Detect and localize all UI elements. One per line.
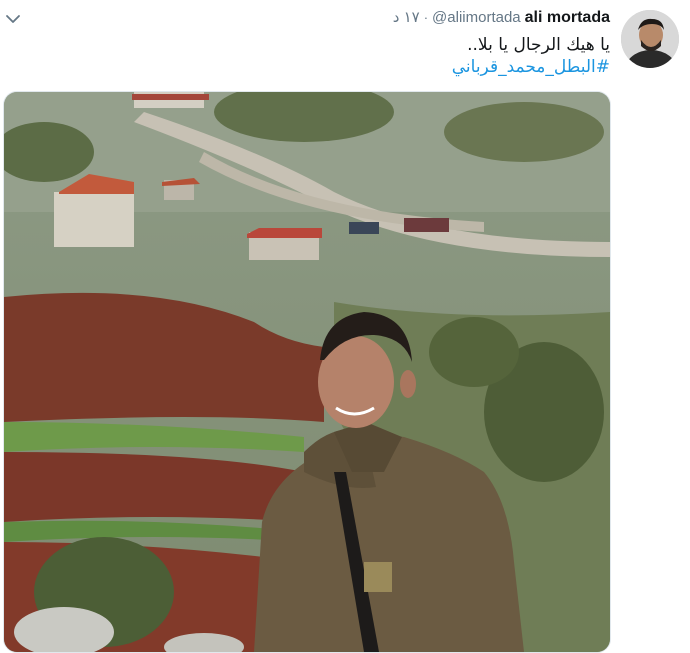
separator-dot: · [423,10,429,25]
author-handle[interactable]: @aliimortada [432,9,521,26]
tweet-photo[interactable] [3,91,611,653]
chevron-down-icon[interactable] [4,10,22,28]
tweet-text: يا هيك الرجال يا بلا.. #البطل_محمد_قربان… [452,34,610,78]
avatar[interactable] [621,10,679,68]
tweet: ١٧ د · @aliimortada ali mortada يا هيك ا… [0,0,690,653]
tweet-timestamp[interactable]: ١٧ د [393,8,420,26]
tweet-header: ١٧ د · @aliimortada ali mortada [393,8,610,27]
tweet-body: يا هيك الرجال يا بلا.. [467,35,610,55]
hashtag-link[interactable]: #البطل_محمد_قرباني [452,56,610,78]
author-name[interactable]: ali mortada [525,9,610,27]
